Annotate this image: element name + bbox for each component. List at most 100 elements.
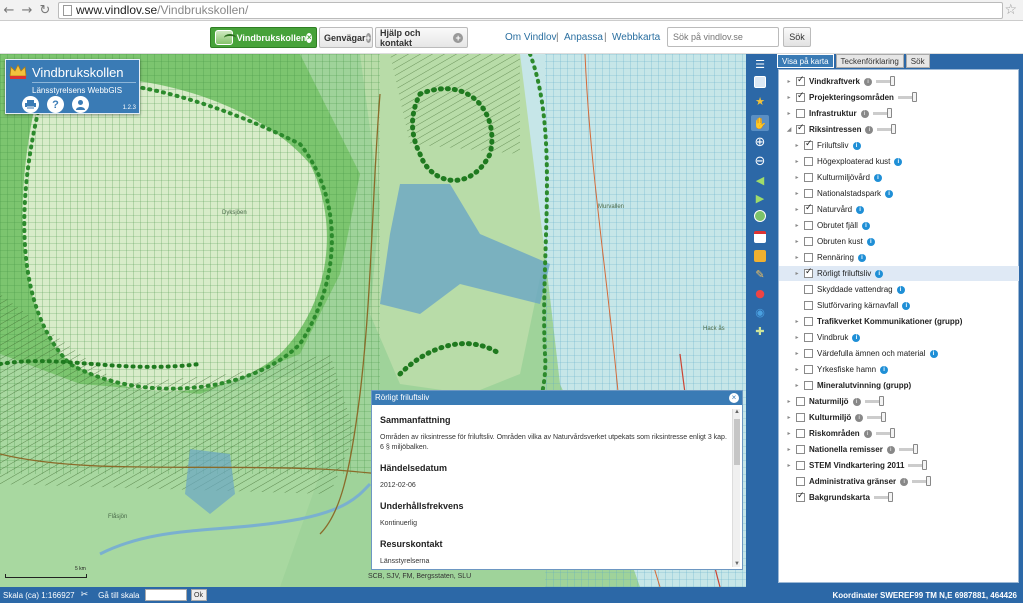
- menu-icon[interactable]: ☰: [751, 56, 769, 72]
- layer-checkbox[interactable]: [804, 301, 813, 310]
- info-icon[interactable]: i: [880, 365, 889, 374]
- layer-row[interactable]: ▸ Rörligt friluftslivi: [779, 266, 1019, 281]
- opacity-slider[interactable]: [912, 476, 932, 486]
- opacity-slider[interactable]: [873, 492, 893, 502]
- legend-info-icon[interactable]: i: [886, 445, 895, 454]
- collapsed-caret-icon[interactable]: ▸: [785, 94, 793, 101]
- site-search-button[interactable]: Sök: [783, 27, 811, 47]
- layer-row[interactable]: Skyddade vattendrag i: [779, 282, 1019, 297]
- layer-row[interactable]: ▸ Värdefulla ämnen och material i: [779, 346, 1019, 361]
- info-icon[interactable]: i: [873, 173, 882, 182]
- layer-checkbox[interactable]: [804, 317, 813, 326]
- previous-extent-icon[interactable]: ◀: [751, 172, 769, 188]
- layer-checkbox[interactable]: [804, 221, 813, 230]
- collapsed-caret-icon[interactable]: ▸: [793, 142, 801, 149]
- layer-checkbox[interactable]: [796, 445, 805, 454]
- measure-icon[interactable]: ✚: [751, 323, 769, 339]
- slider-handle[interactable]: [889, 428, 895, 438]
- tab-teckenforklaring[interactable]: Teckenförklaring: [835, 54, 904, 68]
- collapsed-caret-icon[interactable]: ▸: [793, 334, 801, 341]
- tab-visa-pa-karta[interactable]: Visa på karta: [777, 54, 834, 68]
- collapsed-caret-icon[interactable]: ▸: [785, 414, 793, 421]
- scroll-up-icon[interactable]: ▲: [733, 409, 741, 415]
- collapsed-caret-icon[interactable]: ▸: [793, 222, 801, 229]
- popup-scrollbar[interactable]: ▲ ▼: [732, 409, 740, 567]
- draw-pencil-icon[interactable]: ✎: [751, 266, 769, 282]
- layer-row[interactable]: ▸ Naturvårdi: [779, 202, 1019, 217]
- close-icon[interactable]: ×: [729, 393, 739, 403]
- legend-info-icon[interactable]: i: [900, 477, 909, 486]
- legend-info-icon[interactable]: i: [864, 77, 872, 86]
- opacity-slider[interactable]: [898, 444, 918, 454]
- layer-checkbox[interactable]: [804, 333, 813, 342]
- bookmark-star-icon[interactable]: ☆: [1004, 2, 1017, 18]
- link-om-vindlov[interactable]: Om Vindlov: [505, 32, 557, 43]
- layer-checkbox[interactable]: [796, 75, 805, 86]
- marker-icon[interactable]: ◉: [751, 304, 769, 320]
- layer-checkbox[interactable]: [804, 203, 813, 214]
- layer-checkbox[interactable]: [796, 109, 805, 118]
- layer-checkbox[interactable]: [804, 189, 813, 198]
- opacity-slider[interactable]: [872, 108, 892, 118]
- map-view[interactable]: Dyksjöen Murvallen Flåsjön Hack ås Vindb…: [0, 54, 746, 587]
- slider-handle[interactable]: [881, 412, 887, 422]
- layer-row[interactable]: ▸ Trafikverket Kommunikationer (grupp): [779, 314, 1019, 329]
- collapsed-caret-icon[interactable]: ▸: [793, 382, 801, 389]
- pan-hand-icon[interactable]: ✋: [751, 115, 769, 131]
- link-webbkarta[interactable]: Webbkarta: [612, 32, 660, 43]
- legend-info-icon[interactable]: i: [855, 413, 864, 422]
- opacity-slider[interactable]: [908, 460, 928, 470]
- slider-handle[interactable]: [911, 92, 917, 102]
- layer-checkbox[interactable]: [796, 491, 805, 502]
- help-icon[interactable]: ?: [47, 96, 64, 113]
- layer-row[interactable]: ▸ Naturmiljö i: [779, 394, 1019, 409]
- user-icon[interactable]: [72, 96, 89, 113]
- layer-checkbox[interactable]: [796, 123, 805, 134]
- forward-icon[interactable]: →: [18, 1, 36, 19]
- layer-row[interactable]: ▸ Obrutet fjäll i: [779, 218, 1019, 233]
- layer-checkbox[interactable]: [804, 253, 813, 262]
- info-icon[interactable]: i: [894, 157, 903, 166]
- opacity-slider[interactable]: [877, 124, 897, 134]
- collapsed-caret-icon[interactable]: ▸: [785, 110, 793, 117]
- legend-info-icon[interactable]: i: [852, 397, 861, 406]
- layer-row[interactable]: ◢ Riksintresseni: [779, 122, 1019, 137]
- info-icon[interactable]: i: [875, 269, 884, 278]
- layer-checkbox[interactable]: [804, 139, 813, 150]
- info-icon[interactable]: i: [902, 301, 911, 310]
- collapsed-caret-icon[interactable]: ▸: [793, 254, 801, 261]
- collapsed-caret-icon[interactable]: ▸: [793, 206, 801, 213]
- layer-checkbox[interactable]: [796, 397, 805, 406]
- collapsed-caret-icon[interactable]: ▸: [793, 366, 801, 373]
- globe-icon[interactable]: [751, 208, 769, 224]
- opacity-slider[interactable]: [867, 412, 887, 422]
- opacity-slider[interactable]: [897, 92, 917, 102]
- legend-info-icon[interactable]: i: [863, 429, 872, 438]
- collapsed-caret-icon[interactable]: ▸: [785, 78, 793, 85]
- collapsed-caret-icon[interactable]: ▸: [793, 318, 801, 325]
- layer-row[interactable]: Administrativa gränser i: [779, 474, 1019, 489]
- info-icon[interactable]: i: [852, 333, 861, 342]
- info-icon[interactable]: i: [852, 141, 861, 150]
- collapsed-caret-icon[interactable]: ▸: [793, 270, 801, 277]
- reload-icon[interactable]: ↻: [36, 1, 54, 19]
- scale-tool-icon[interactable]: ✂: [81, 590, 89, 600]
- zoom-in-icon[interactable]: ⊕: [751, 134, 769, 150]
- layer-row[interactable]: ▸ Vindbruk i: [779, 330, 1019, 345]
- layer-row[interactable]: ▸ Infrastruktur i: [779, 106, 1019, 121]
- print-icon[interactable]: [22, 96, 39, 113]
- layer-checkbox[interactable]: [796, 91, 805, 102]
- info-icon[interactable]: i: [857, 253, 866, 262]
- slider-handle[interactable]: [878, 396, 884, 406]
- opacity-slider[interactable]: [864, 396, 884, 406]
- plus-icon[interactable]: +: [365, 32, 371, 43]
- layer-row[interactable]: ▸ Vindkraftverk i: [779, 74, 1019, 89]
- collapsed-caret-icon[interactable]: ▸: [793, 158, 801, 165]
- layer-checkbox[interactable]: [804, 267, 813, 278]
- opacity-slider[interactable]: [876, 76, 895, 86]
- slider-handle[interactable]: [922, 460, 928, 470]
- tab-hjalp-och-kontakt[interactable]: Hjälp och kontakt +: [375, 27, 468, 48]
- layer-row[interactable]: ▸ Nationella remisser i: [779, 442, 1019, 457]
- info-icon[interactable]: i: [885, 189, 894, 198]
- layer-row[interactable]: Slutförvaring kärnavfall i: [779, 298, 1019, 313]
